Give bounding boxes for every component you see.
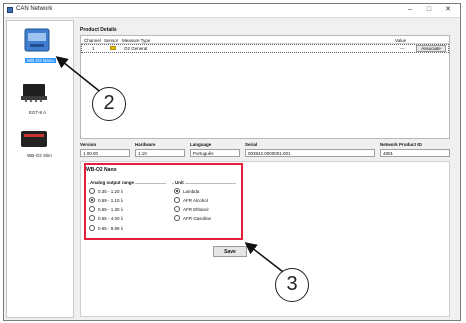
callout-number-3: 3 xyxy=(275,268,309,302)
callout-number-2: 2 xyxy=(92,87,126,121)
callout-arrows xyxy=(55,56,288,276)
callout-arrow-2 xyxy=(55,56,104,95)
